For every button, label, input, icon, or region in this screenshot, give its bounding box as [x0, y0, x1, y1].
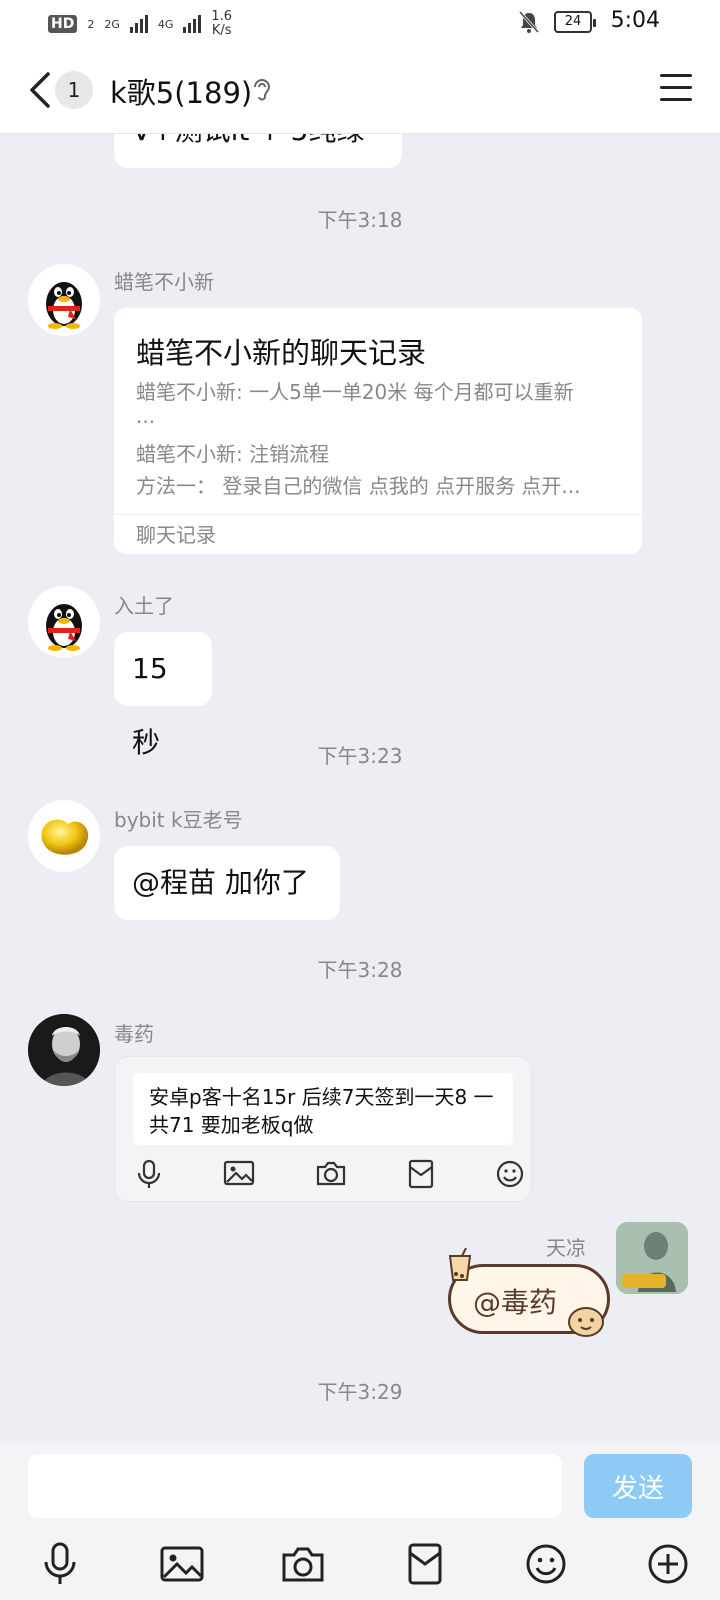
- emoji-icon: [526, 1544, 566, 1584]
- message-bubble-partial[interactable]: V+测试it + 5纯绿: [114, 134, 402, 168]
- card-line: 方法一： 登录自己的微信 点我的 点开服务 点开...: [136, 474, 581, 498]
- card-line: 蜡笔不小新: 注销流程: [136, 442, 330, 466]
- timestamp: 下午3:23: [317, 744, 403, 768]
- sim-number: 2: [87, 17, 95, 31]
- golden-bean-icon: [41, 819, 89, 855]
- sender-nickname[interactable]: 入土了: [114, 590, 174, 619]
- status-right: 24: [518, 10, 596, 34]
- sender-nickname[interactable]: 毒药: [114, 1018, 154, 1047]
- sender-nickname[interactable]: bybit k豆老号: [114, 804, 243, 833]
- game-character-icon: [616, 1222, 688, 1294]
- ear-mode-icon[interactable]: [250, 76, 274, 104]
- avatar[interactable]: [28, 264, 100, 336]
- message-input[interactable]: [28, 1454, 562, 1518]
- group-title[interactable]: k歌5(189): [110, 70, 252, 112]
- signal-icon: [129, 15, 148, 33]
- card-line: ...: [136, 404, 156, 428]
- emoji-icon: [496, 1160, 524, 1188]
- battery-icon: 24: [554, 11, 596, 33]
- mic-icon: [137, 1159, 161, 1188]
- card-footer: 聊天记录: [114, 514, 642, 554]
- man-portrait-icon: [28, 1014, 100, 1086]
- mute-bell-icon: [518, 10, 540, 34]
- menu-line: [660, 98, 692, 101]
- card-title: 蜡笔不小新的聊天记录: [136, 336, 427, 370]
- input-toolbar: [36, 1540, 692, 1588]
- message-bubble[interactable]: @程苗 加你了: [114, 846, 340, 920]
- network-2g: 2G: [104, 17, 120, 31]
- send-button[interactable]: 发送: [584, 1454, 692, 1518]
- qq-penguin-icon: [46, 282, 82, 329]
- mic-icon: [44, 1542, 76, 1584]
- avatar[interactable]: [616, 1222, 688, 1294]
- speed-value: 1.6: [211, 9, 233, 24]
- status-bar: HD 2 2G 4G 1.6 K/s 24 5:04: [0, 0, 720, 48]
- timestamp: 下午3:29: [317, 1380, 403, 1404]
- timestamp: 下午3:28: [317, 958, 403, 982]
- avatar[interactable]: [28, 586, 100, 658]
- message-list[interactable]: V+测试it + 5纯绿 下午3:18 蜡笔不小新 蜡笔不小新的聊天记录 蜡笔不…: [0, 134, 720, 1444]
- sender-nickname[interactable]: 蜡笔不小新: [114, 266, 214, 295]
- status-left: HD 2 2G 4G 1.6 K/s: [48, 10, 232, 38]
- voice-button[interactable]: [36, 1540, 84, 1588]
- more-button[interactable]: [644, 1540, 692, 1588]
- red-packet-button[interactable]: [401, 1540, 449, 1588]
- message-text: @程苗 加你了: [132, 866, 309, 899]
- camera-button[interactable]: [279, 1540, 327, 1588]
- plus-icon: [648, 1544, 688, 1584]
- signal-icon-2: [183, 15, 202, 33]
- image-icon: [223, 1160, 255, 1186]
- chat-record-card[interactable]: 蜡笔不小新的聊天记录 蜡笔不小新: 一人5单一单20米 每个月都可以重新 ...…: [114, 308, 642, 554]
- bubble-tea-icon: [448, 1248, 472, 1281]
- red-packet-icon: [408, 1543, 442, 1585]
- card-line: 蜡笔不小新: 一人5单一单20米 每个月都可以重新: [136, 380, 574, 404]
- cute-face-icon: [568, 1307, 604, 1337]
- emoji-button[interactable]: [522, 1540, 570, 1588]
- speed-unit: K/s: [211, 23, 232, 38]
- image-icon: [160, 1546, 204, 1582]
- net-speed: 1.6 K/s: [211, 10, 232, 38]
- avatar[interactable]: [28, 800, 100, 872]
- screenshot-toolbar: [135, 1159, 525, 1189]
- avatar[interactable]: [28, 1014, 100, 1086]
- message-text: @毒药: [473, 1286, 558, 1319]
- red-packet-icon: [408, 1159, 434, 1189]
- clock: 5:04: [610, 8, 660, 33]
- message-bubble[interactable]: 15秒: [114, 632, 212, 759]
- message-text: V+测试it + 5纯绿: [132, 134, 364, 147]
- screenshot-text: 安卓p客十名15r 后续7天签到一天8 一共71 要加老板q做: [133, 1073, 513, 1145]
- sender-nickname[interactable]: 天凉: [546, 1232, 586, 1261]
- qq-penguin-icon: [46, 604, 82, 651]
- unread-count-badge[interactable]: 1: [55, 71, 93, 109]
- menu-button[interactable]: [660, 74, 692, 104]
- chat-header: 1 k歌5(189): [0, 48, 720, 134]
- menu-line: [660, 86, 692, 89]
- camera-icon: [282, 1547, 324, 1582]
- timestamp: 下午3:18: [317, 208, 403, 232]
- network-4g: 4G: [157, 17, 174, 31]
- input-bar: 发送: [0, 1444, 720, 1600]
- hd-badge: HD: [48, 15, 78, 33]
- image-button[interactable]: [158, 1540, 206, 1588]
- menu-line: [660, 74, 692, 77]
- image-message[interactable]: 安卓p客十名15r 后续7天签到一天8 一共71 要加老板q做: [114, 1056, 532, 1202]
- camera-icon: [316, 1161, 346, 1186]
